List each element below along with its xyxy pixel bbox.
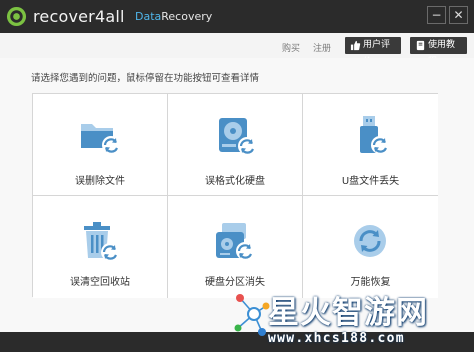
option-label: U盘文件丢失 [341,176,400,187]
partition-restore-icon [216,223,254,260]
option-label: 误格式化硬盘 [205,176,265,187]
option-usb-lost-files[interactable]: U盘文件丢失 [303,94,438,196]
option-label: 误清空回收站 [70,277,130,288]
recover4all-logo-icon [6,6,27,27]
close-button[interactable]: ✕ [449,6,468,24]
minimize-button[interactable]: − [427,6,446,24]
recycle-bin-restore-icon [84,222,119,261]
product-name-part2: Recovery [161,10,213,23]
app-brand: recover4all [33,7,125,26]
option-emptied-recycle-bin[interactable]: 误清空回收站 [33,196,168,298]
user-guide-button[interactable]: 使用教程 [410,37,467,67]
register-link[interactable]: 注册 [313,41,331,54]
folder-restore-icon [81,124,120,154]
option-label: 误删除文件 [75,176,125,187]
title-bar: recover4all DataRecovery − ✕ [0,0,474,33]
hard-disk-restore-icon [219,118,256,155]
option-formatted-disk[interactable]: 误格式化硬盘 [168,94,303,196]
user-review-button[interactable]: 用户评价 [345,37,401,67]
watermark-title: 星火智游网 [268,295,428,331]
option-deleted-files[interactable]: 误删除文件 [33,94,168,196]
product-name-part1: Data [135,10,162,23]
watermark-url: www.xhcs188.com [268,331,405,346]
instruction-text: 请选择您遇到的问题，鼠标停留在功能按钮可查看详情 [31,73,260,84]
product-name: DataRecovery [135,10,212,23]
buy-link[interactable]: 购买 [282,41,300,54]
thumbs-up-icon [350,40,361,51]
book-icon [416,40,425,51]
top-nav: 购买 注册 [0,33,474,58]
usb-drive-restore-icon [360,116,389,154]
recovery-options-grid: 误删除文件 误格式化硬盘 U盘文件丢失 误清空回收站 硬盘分区消失 万能恢复 [32,93,438,298]
universal-restore-icon [354,225,386,257]
